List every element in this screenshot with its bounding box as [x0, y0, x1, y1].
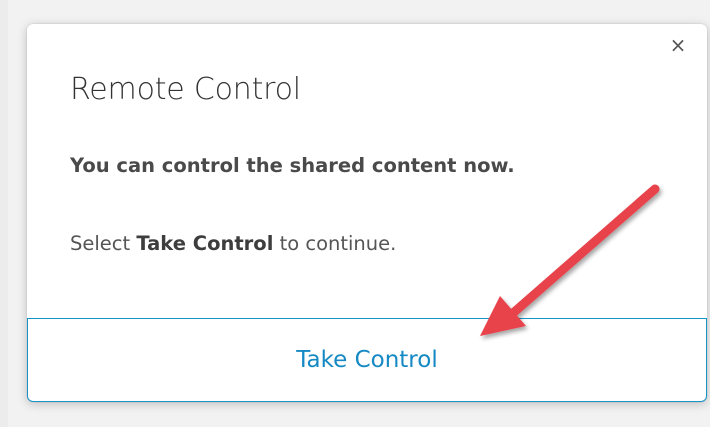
take-control-button[interactable]: Take Control — [27, 318, 707, 402]
dialog-title: Remote Control — [70, 72, 301, 107]
instruction-prefix: Select — [70, 232, 137, 255]
instruction-suffix: to continue. — [273, 232, 397, 255]
close-icon[interactable]: × — [669, 35, 687, 55]
instruction-emphasis: Take Control — [136, 232, 274, 255]
dialog-instruction: Select Take Control to continue. — [70, 232, 396, 255]
remote-control-dialog: × Remote Control You can control the sha… — [27, 24, 707, 402]
dialog-message: You can control the shared content now. — [70, 154, 515, 177]
background-window-edge — [0, 0, 8, 427]
